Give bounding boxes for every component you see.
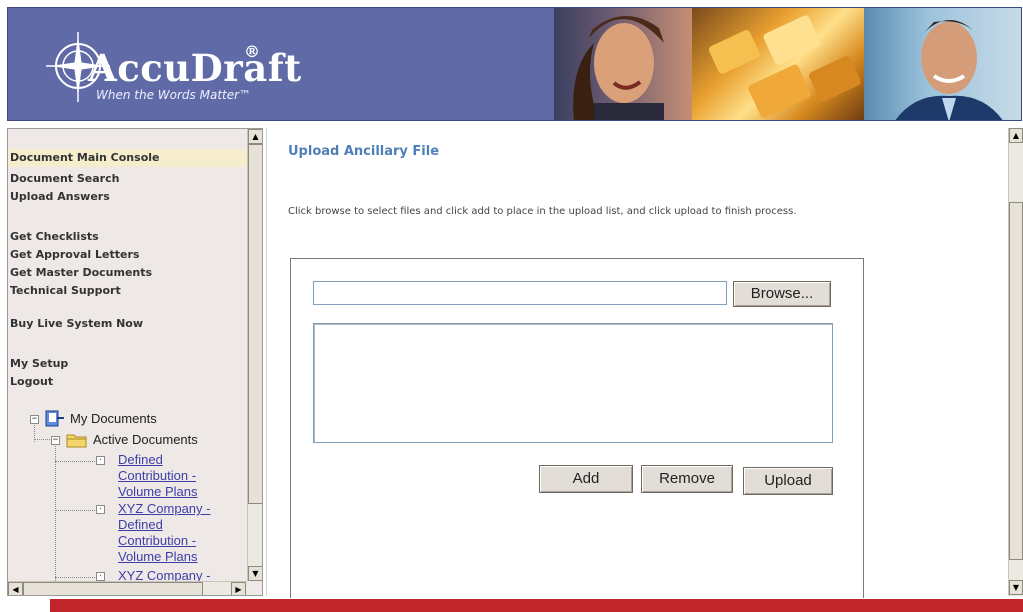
banner-photo-man (864, 8, 1021, 120)
nav-logout[interactable]: Logout (8, 373, 248, 391)
accudraft-logo[interactable]: AccuDraft ® When the Words Matter™ (44, 26, 304, 116)
add-button[interactable]: Add (539, 465, 633, 493)
scroll-down-arrow-icon[interactable]: ▼ (1009, 580, 1023, 595)
nav-upload-answers[interactable]: Upload Answers (8, 188, 248, 206)
tree-doc-link[interactable]: Contribution - (118, 468, 196, 484)
sidebar-vertical-scrollbar[interactable]: ▲ ▼ (247, 129, 262, 581)
browse-button[interactable]: Browse... (733, 281, 831, 307)
tree-doc-link[interactable]: Defined (118, 452, 163, 468)
nav-get-master-documents[interactable]: Get Master Documents (8, 264, 248, 282)
scroll-right-arrow-icon[interactable]: ▶ (231, 582, 246, 595)
tree-doc-link[interactable]: Contribution - (118, 533, 196, 549)
remove-button[interactable]: Remove (641, 465, 733, 493)
sidebar: Document Main Console Document Search Up… (7, 128, 263, 596)
scroll-down-arrow-icon[interactable]: ▼ (248, 566, 262, 581)
dot-box-icon: · (96, 572, 105, 581)
nav-my-setup[interactable]: My Setup (8, 355, 248, 373)
header-banner: AccuDraft ® When the Words Matter™ (7, 7, 1022, 121)
tree-doc-link[interactable]: XYZ Company - (118, 501, 210, 517)
tree-folder-label[interactable]: Active Documents (93, 432, 198, 447)
tree-doc-link[interactable]: Volume Plans (118, 549, 198, 565)
banner-photo-woman (554, 8, 692, 120)
nav-document-search[interactable]: Document Search (8, 170, 248, 188)
upload-button[interactable]: Upload (743, 467, 833, 495)
sidebar-hscroll-thumb[interactable] (23, 582, 203, 595)
scroll-up-arrow-icon[interactable]: ▲ (1009, 128, 1023, 143)
file-path-input[interactable] (313, 281, 727, 305)
sidebar-horizontal-scrollbar[interactable]: ◀ ▶ (8, 581, 247, 595)
scroll-left-arrow-icon[interactable]: ◀ (8, 582, 23, 595)
nav-document-main-console[interactable]: Document Main Console (8, 149, 248, 167)
sidebar-scroll-thumb[interactable] (248, 144, 262, 504)
collapse-my-documents-icon[interactable]: − (30, 415, 39, 424)
tree-doc-link[interactable]: Defined (118, 517, 163, 533)
folder-icon (66, 434, 87, 448)
dot-box-icon: · (96, 505, 105, 514)
banner-photo-keyboard (692, 8, 864, 120)
main-scroll-thumb[interactable] (1009, 202, 1023, 560)
upload-file-list[interactable] (313, 323, 833, 443)
page-title: Upload Ancillary File (288, 144, 440, 159)
nav-buy-live-system-now[interactable]: Buy Live System Now (8, 315, 248, 333)
tree-doc-link[interactable]: Volume Plans (118, 484, 198, 500)
dot-box-icon: · (96, 456, 105, 465)
nav-get-approval-letters[interactable]: Get Approval Letters (8, 246, 248, 264)
brand-tagline: When the Words Matter™ (96, 88, 252, 102)
nav-get-checklists[interactable]: Get Checklists (8, 228, 248, 246)
main-vertical-scrollbar[interactable]: ▲ ▼ (1008, 128, 1023, 596)
collapse-active-documents-icon[interactable]: − (51, 436, 60, 445)
tree-root-label[interactable]: My Documents (70, 411, 157, 426)
upload-instructions: Click browse to select files and click a… (288, 206, 797, 217)
brand-name: AccuDraft (88, 46, 302, 90)
main-content: Upload Ancillary File Click browse to se… (266, 128, 1023, 598)
footer-stripe (50, 599, 1023, 612)
upload-panel: Browse... Add Remove Upload (290, 258, 864, 598)
header: AccuDraft ® When the Words Matter™ (0, 0, 1023, 125)
document-tree: − My Documents − Active Documents · Defi… (8, 409, 248, 595)
scroll-up-arrow-icon[interactable]: ▲ (248, 129, 262, 144)
document-stack-icon (45, 410, 64, 427)
registered-mark: ® (244, 42, 260, 61)
nav-technical-support[interactable]: Technical Support (8, 282, 248, 300)
